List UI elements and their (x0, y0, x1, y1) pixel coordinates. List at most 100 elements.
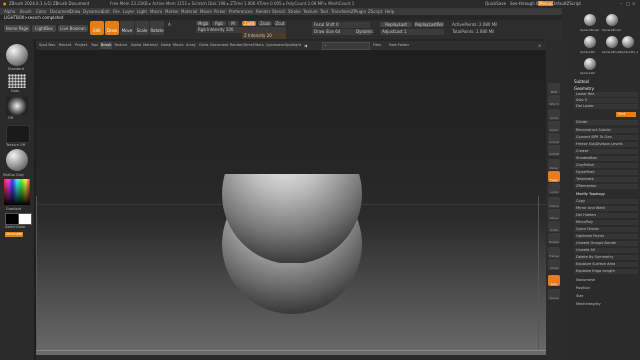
equalize-surface-area-button[interactable]: Equalize Surface Area (574, 262, 638, 267)
zsub-button[interactable]: Zsub (258, 21, 272, 26)
geometry-header[interactable]: Geometry (574, 86, 594, 91)
bpr-button[interactable]: BPR (548, 83, 560, 94)
files-button[interactable]: Files (372, 42, 382, 49)
menu-document[interactable]: Document (50, 9, 71, 14)
unweld-all-button[interactable]: Unweld All (574, 248, 638, 253)
subtool-thumb-5[interactable] (622, 36, 634, 48)
close-icon[interactable]: × (632, 1, 635, 6)
menu-layer[interactable]: Layer (123, 9, 134, 14)
scale-button[interactable]: Scale (135, 21, 149, 35)
nanomesh-section[interactable]: Nanomesh (574, 278, 638, 283)
focal-shift-slider[interactable]: Focal Shift 0 (312, 22, 370, 28)
secondary-color-swatch[interactable] (18, 213, 32, 225)
menu-tool[interactable]: Tool (320, 9, 328, 14)
tab-texture[interactable]: Texture (113, 42, 128, 49)
zoom-button[interactable]: Zoom (548, 121, 560, 132)
convert-bpr-button[interactable]: Convert BPR To Geo (574, 135, 638, 140)
scale-view-button[interactable]: Scale (548, 221, 560, 232)
menu-texture[interactable]: Texture (303, 9, 318, 14)
close-lightbox-icon[interactable]: × (538, 43, 541, 48)
back-arrow-icon[interactable]: ◀ (304, 43, 307, 48)
unweld-groups-border-button[interactable]: Unweld Groups Border (574, 241, 638, 246)
mrgb-button[interactable]: Mrgb (196, 21, 210, 26)
tessimate-section[interactable]: Tessimate (574, 177, 638, 182)
brush-thumbnail[interactable] (6, 44, 28, 66)
del-lower-button[interactable]: Del Lower (574, 104, 638, 109)
replay-last-button[interactable]: ReplayLast (380, 22, 412, 27)
tab-filters[interactable]: Filters (252, 42, 265, 49)
reconstruct-subdiv-button[interactable]: Reconstruct Subdiv (574, 128, 638, 133)
position-section[interactable]: Position (574, 286, 638, 291)
mirror-and-weld-button[interactable]: Mirror And Weld (574, 206, 638, 211)
tab-project[interactable]: Project (74, 42, 88, 49)
crease-section[interactable]: Crease (574, 149, 638, 154)
menu-transform[interactable]: Transform (331, 9, 351, 14)
tab-spotlight[interactable]: Spotlight (284, 42, 302, 49)
move-button[interactable]: Move (120, 21, 134, 35)
alternate-button[interactable]: Alternate (5, 232, 24, 237)
menu-brush[interactable]: Brush (20, 9, 32, 14)
minimize-icon[interactable]: – (620, 1, 622, 6)
tab-quicksave[interactable]: Quicksave (265, 42, 286, 49)
menu-light[interactable]: Light (137, 9, 147, 14)
menu-help[interactable]: Help (385, 9, 394, 14)
delete-by-symmetry-button[interactable]: Delete By Symmetry (574, 255, 638, 260)
tab-spot-nav[interactable]: Spot Nav (38, 42, 56, 49)
tab-movie[interactable]: Movie (172, 42, 185, 49)
menu-dynamics[interactable]: Dynamics (83, 9, 103, 14)
menu-macro[interactable]: Macro (150, 9, 162, 14)
size-section[interactable]: Size (574, 294, 638, 299)
lower-res-button[interactable]: Lower Res (574, 92, 638, 97)
main-color-swatch[interactable] (5, 213, 19, 225)
subtool-thumb-6[interactable] (584, 58, 596, 70)
modify-topology-header[interactable]: Modify Topology (574, 192, 638, 197)
draw-button[interactable]: Draw (105, 21, 119, 35)
search-input[interactable]: ⌕ (322, 42, 370, 50)
zcut-button[interactable]: Zcut (274, 21, 286, 26)
floor-button[interactable]: Floor (548, 171, 560, 182)
menu-edit[interactable]: Edit (102, 9, 110, 14)
move-view-button[interactable]: Move (548, 209, 560, 220)
equalize-edge-length-button[interactable]: Equalize Edge Length (574, 269, 638, 274)
menus-button[interactable]: Menus (538, 1, 554, 6)
menu-file[interactable]: File (113, 9, 120, 14)
tab-brush[interactable]: Brush (100, 42, 113, 49)
menu-draw[interactable]: Draw (70, 9, 80, 14)
menu-marker[interactable]: Marker (165, 9, 179, 14)
draw-size-slider[interactable]: Draw Size 64 (312, 29, 356, 35)
del-hidden-button[interactable]: Del Hidden (574, 213, 638, 218)
copy-button[interactable]: Copy (574, 199, 638, 204)
freeze-subdiv-button[interactable]: Freeze SubDivision Levels (574, 142, 638, 147)
ghost-button[interactable]: Ghost (548, 259, 560, 270)
texture-thumbnail[interactable] (6, 125, 30, 143)
menu-zscript[interactable]: ZScript (368, 9, 382, 14)
menu-alpha[interactable]: Alpha (4, 9, 15, 14)
local-button[interactable]: Local (548, 183, 560, 194)
menu-picker[interactable]: Picker (214, 9, 226, 14)
zremesher-section[interactable]: ZRemesher (574, 184, 638, 189)
seethrough-slider[interactable]: See-through 0 (510, 1, 538, 6)
subtool-thumb-4[interactable] (606, 36, 618, 48)
tab-alpha[interactable]: Alpha (130, 42, 142, 49)
actual-button[interactable]: Actual (548, 133, 560, 144)
persp-button[interactable]: Persp (548, 159, 560, 170)
tab-tool[interactable]: Tool (90, 42, 99, 49)
menu-zplugin[interactable]: ZPlugin (351, 9, 366, 14)
menu-render[interactable]: Render (256, 9, 270, 14)
zadd-button[interactable]: Zadd (242, 21, 256, 26)
spix-button[interactable]: SPix 3 (548, 95, 560, 106)
scroll-button[interactable]: Scroll (548, 109, 560, 120)
maximize-icon[interactable]: □ (626, 1, 630, 6)
menu-stroke[interactable]: Stroke (288, 9, 301, 14)
switch-color-button[interactable]: SwitchColor (5, 225, 26, 230)
new-folder-button[interactable]: New Folder (388, 42, 410, 49)
default-zscript-button[interactable]: DefaultZScript (552, 1, 581, 6)
xpose-button[interactable]: Xpose (548, 289, 560, 300)
dynamic-button[interactable]: Dynamic (356, 29, 374, 35)
smt-toggle[interactable]: Smt (616, 112, 636, 117)
solo-button[interactable]: Solo (548, 275, 560, 286)
home-page-button[interactable]: Home Page (4, 25, 30, 32)
replay-last-rel-button[interactable]: ReplayLastRel (414, 22, 444, 27)
lightbox-button[interactable]: LightBox (32, 25, 56, 32)
dynamesh-section[interactable]: DynaMesh (574, 170, 638, 175)
